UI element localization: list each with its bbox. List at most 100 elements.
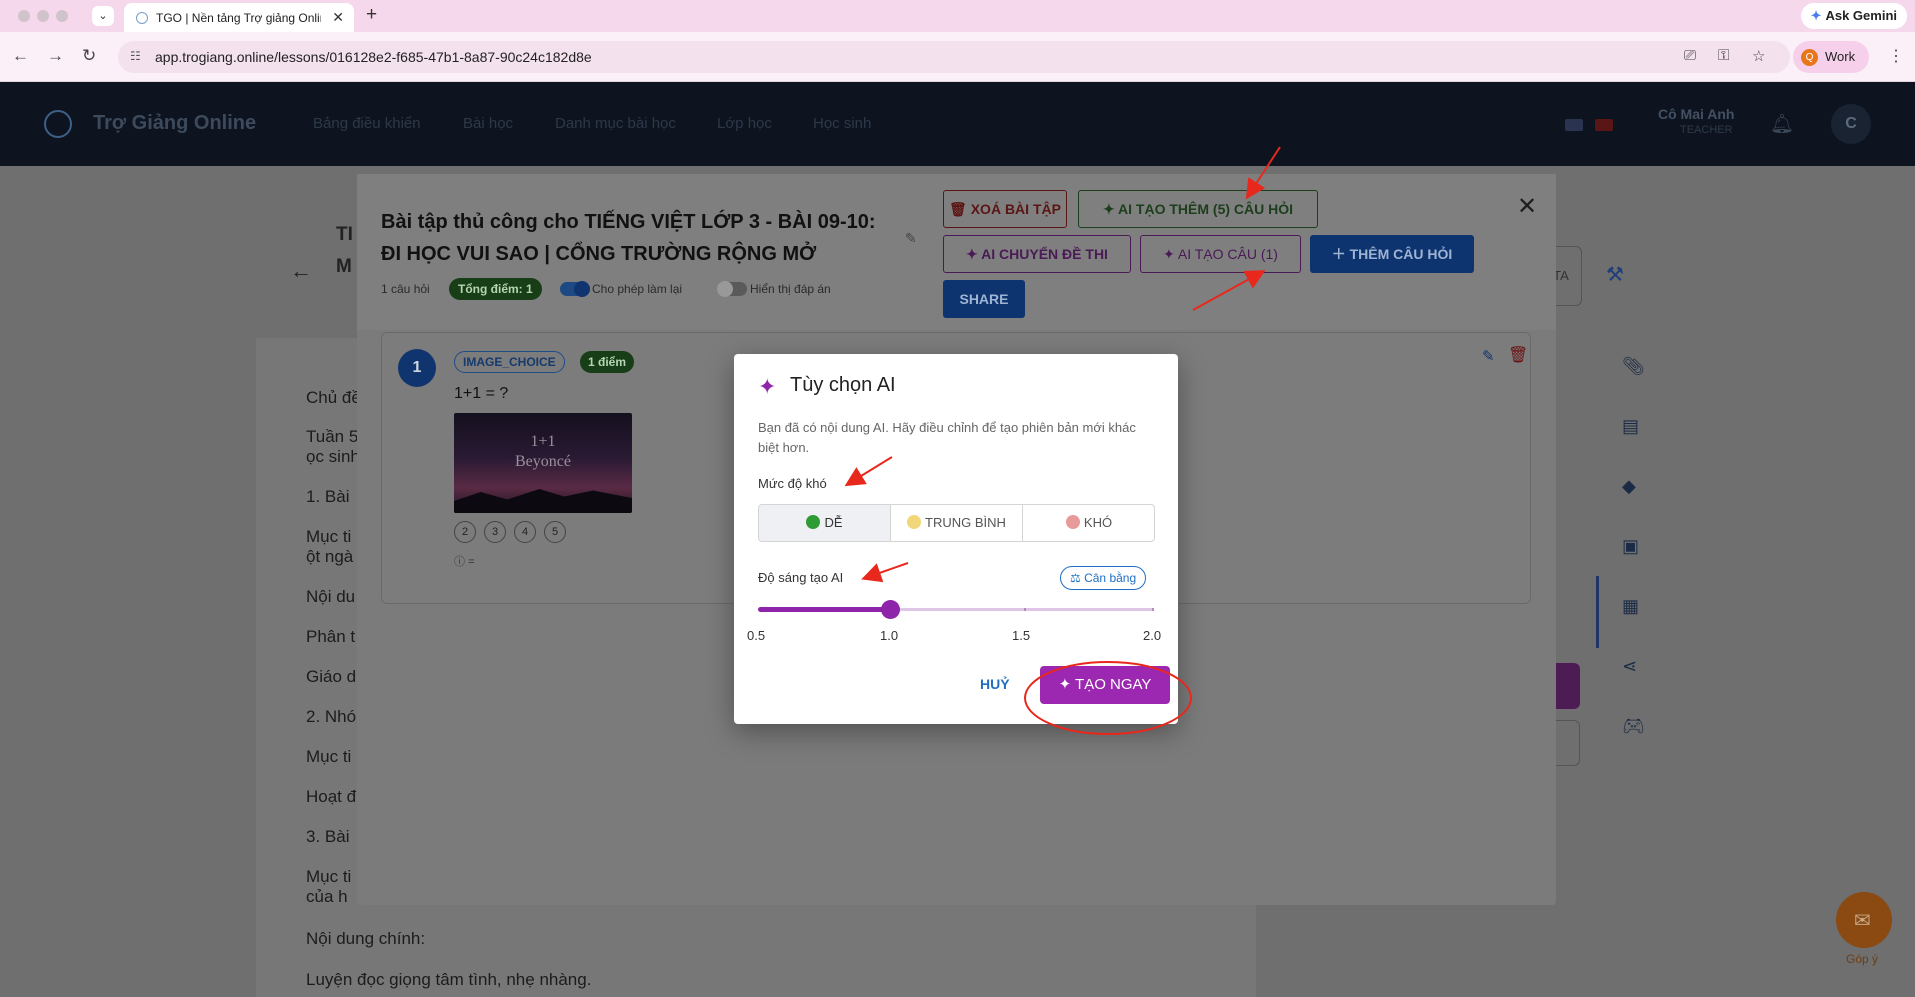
vietnam-flag-icon[interactable] — [1595, 119, 1613, 131]
lesson-line: Chủ đề — [306, 388, 361, 407]
lesson-line: Nội dung chính: — [306, 929, 426, 948]
window-zoom-dot[interactable] — [56, 10, 68, 22]
lesson-line: Tuần 5 — [306, 427, 359, 446]
allow-retry-toggle[interactable] — [560, 281, 590, 297]
answer-hint-value: = — [468, 556, 475, 568]
close-modal-icon[interactable]: ✕ — [1517, 192, 1537, 221]
install-app-icon[interactable]: ⎚ — [1684, 47, 1696, 64]
ai-add-more-button[interactable]: ✦ AI TẠO THÊM (5) CÂU HỎI — [1078, 190, 1318, 228]
assignment-icon[interactable]: ▦ — [1622, 596, 1639, 617]
add-question-button[interactable]: ＋ THÊM CÂU HỎI — [1310, 235, 1474, 273]
lesson-line: Hoạt đ — [306, 787, 357, 806]
back-arrow-icon[interactable]: ← — [12, 46, 29, 66]
gemini-spark-icon: ✦ — [1810, 8, 1822, 23]
help-circle-icon: ⓘ — [454, 556, 469, 568]
tools-icon[interactable]: ⚒ — [1592, 246, 1638, 304]
slides-icon[interactable]: ▣ — [1622, 536, 1639, 557]
user-avatar[interactable]: C — [1831, 104, 1871, 144]
tab-title: TGO | Nền tảng Trợ giảng Online — [156, 11, 321, 25]
answer-option[interactable]: 5 — [544, 521, 566, 543]
forward-arrow-icon[interactable]: → — [47, 46, 64, 66]
site-info-icon[interactable]: ☷ — [130, 49, 141, 63]
nav-lesson-catalog[interactable]: Danh mục bài học — [555, 115, 676, 132]
difficulty-medium-button[interactable]: TRUNG BÌNH — [891, 505, 1023, 541]
password-key-icon[interactable]: ⚿ — [1718, 47, 1729, 64]
browser-tab[interactable]: TGO | Nền tảng Trợ giảng Online ✕ — [124, 3, 354, 32]
page-back-arrow-icon[interactable]: ← — [290, 258, 312, 284]
create-now-button[interactable]: ✦ TẠO NGAY — [1040, 666, 1170, 704]
url-text[interactable]: app.trogiang.online/lessons/016128e2-f68… — [155, 49, 592, 65]
plus-icon: ＋ — [1331, 246, 1350, 262]
lesson-line: Giáo d — [306, 667, 357, 686]
red-dot-icon — [1065, 515, 1080, 529]
slider-mark — [1152, 608, 1154, 611]
difficulty-easy-button[interactable]: DỄ — [759, 505, 891, 541]
total-score-badge: Tổng điểm: 1 — [449, 278, 542, 300]
yellow-dot-icon — [907, 515, 922, 529]
user-role: TEACHER — [1680, 124, 1733, 136]
nav-classes[interactable]: Lớp học — [717, 115, 772, 132]
new-tab-icon[interactable]: + — [366, 4, 377, 26]
edit-question-pencil-icon[interactable]: ✎ — [1482, 347, 1495, 365]
answer-option[interactable]: 3 — [484, 521, 506, 543]
eraser-icon[interactable]: ◆ — [1622, 476, 1636, 497]
share-icon[interactable]: ⋖ — [1622, 656, 1637, 677]
brand-name[interactable]: Trợ Giảng Online — [93, 112, 256, 135]
attachment-icon[interactable]: 📎︎ — [1622, 356, 1645, 377]
tab-close-icon[interactable]: ✕ — [332, 9, 344, 26]
gamepad-icon[interactable]: 🎮︎ — [1622, 716, 1645, 737]
ai-create-question-label: AI TẠO CÂU (1) — [1177, 246, 1278, 262]
english-flag-icon[interactable] — [1565, 119, 1583, 131]
question-image-line1: 1+1 — [530, 433, 556, 450]
create-now-label: TẠO NGAY — [1075, 676, 1152, 693]
rail-active-indicator — [1596, 576, 1599, 648]
add-question-label: THÊM CÂU HỎI — [1349, 246, 1453, 262]
question-number: 1 — [398, 349, 436, 387]
window-minimize-dot[interactable] — [37, 10, 49, 22]
slider-tick-label: 1.0 — [880, 628, 899, 643]
cancel-button[interactable]: HUỶ — [980, 676, 1010, 692]
bookmark-star-icon[interactable]: ☆ — [1752, 47, 1765, 65]
slider-tick-label: 2.0 — [1143, 628, 1162, 643]
add-note-icon[interactable]: ▤ — [1622, 416, 1639, 437]
ai-sparkle-icon: ✦ — [758, 374, 777, 399]
creativity-slider-thumb[interactable] — [881, 600, 900, 619]
browser-toolbar: ← → ↻ ☷ app.trogiang.online/lessons/0161… — [0, 32, 1915, 82]
browser-menu-icon[interactable]: ⋮ — [1888, 46, 1904, 66]
share-button[interactable]: SHARE — [943, 280, 1025, 318]
brand-logo-icon — [44, 110, 72, 138]
difficulty-hard-button[interactable]: KHÓ — [1023, 505, 1154, 541]
lesson-line: 2. Nhó — [306, 707, 357, 726]
nav-students[interactable]: Học sinh — [813, 115, 871, 132]
ai-add-more-label: AI TẠO THÊM (5) CÂU HỎI — [1118, 201, 1294, 217]
show-answer-toggle[interactable] — [717, 281, 747, 297]
nav-lessons[interactable]: Bài học — [463, 115, 513, 132]
tab-favicon-icon — [136, 12, 148, 24]
nav-dashboard[interactable]: Bảng điều khiển — [313, 115, 421, 132]
answer-option[interactable]: 2 — [454, 521, 476, 543]
window-close-dot[interactable] — [18, 10, 30, 22]
ask-gemini-label: Ask Gemini — [1825, 8, 1897, 23]
notification-bell-icon[interactable]: 🔔︎ — [1770, 112, 1794, 136]
answer-option[interactable]: 4 — [514, 521, 536, 543]
ask-gemini-button[interactable]: ✦ Ask Gemini — [1800, 3, 1907, 29]
lesson-line: Phân t — [306, 627, 356, 646]
lesson-line: Mục ti — [306, 867, 352, 886]
sparkle-icon: ✦ — [1163, 246, 1178, 262]
address-bar[interactable]: ☷ app.trogiang.online/lessons/016128e2-f… — [118, 41, 1790, 73]
difficulty-medium-label: TRUNG BÌNH — [925, 515, 1006, 530]
reload-icon[interactable]: ↻ — [82, 46, 96, 66]
ai-convert-exam-button[interactable]: ✦ AI CHUYỂN ĐỀ THI — [943, 235, 1131, 273]
delete-exercise-button[interactable]: 🗑︎ XOÁ BÀI TẬP — [943, 190, 1067, 228]
difficulty-label: Mức độ khó — [758, 476, 827, 491]
question-image-line2: Beyoncé — [515, 453, 571, 470]
edit-title-pencil-icon[interactable]: ✎ — [905, 230, 917, 247]
tab-search-chevron-icon[interactable]: ⌄ — [92, 6, 114, 26]
ai-create-question-button[interactable]: ✦ AI TẠO CÂU (1) — [1140, 235, 1301, 273]
lesson-line: của h — [306, 887, 348, 906]
question-text: 1+1 = ? — [454, 385, 509, 402]
profile-button[interactable]: Q Work — [1793, 41, 1869, 73]
delete-question-trash-icon[interactable]: 🗑︎ — [1508, 345, 1528, 365]
delete-exercise-label: XOÁ BÀI TẬP — [970, 201, 1061, 217]
slider-tick-label: 0.5 — [747, 628, 766, 643]
